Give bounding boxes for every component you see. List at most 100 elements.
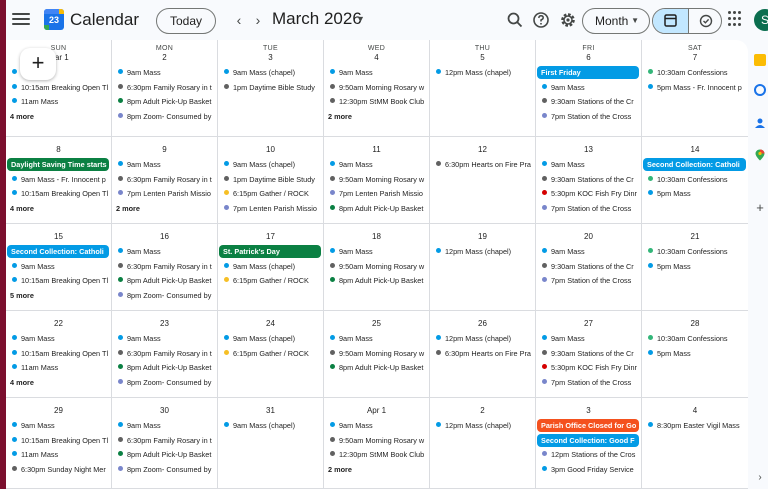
event-item[interactable]: 6:15pm Gather / ROCK xyxy=(218,347,323,362)
day-number[interactable]: 31 xyxy=(218,399,323,419)
event-item[interactable]: 8pm Adult Pick-Up Basket xyxy=(112,95,217,110)
more-events-link[interactable]: 4 more xyxy=(6,376,111,390)
event-item[interactable]: 10:15am Breaking Open Tl xyxy=(6,81,111,96)
event-item[interactable]: 8:30pm Easter Vigil Mass xyxy=(642,419,748,434)
day-cell[interactable]: 28 10:30am Confessions 5pm Mass xyxy=(642,311,748,398)
event-item[interactable]: 8pm Adult Pick-Up Basket xyxy=(112,361,217,376)
avatar[interactable]: S xyxy=(754,9,768,31)
day-number[interactable]: 15 xyxy=(6,225,111,245)
day-cell[interactable]: 25 9am Mass 9:50am Morning Rosary w 8pm Adu… xyxy=(324,311,430,398)
event-item[interactable]: 7pm Lenten Parish Missio xyxy=(324,187,429,202)
day-cell[interactable]: FRI 6 First Friday 9am Mass 9:30am Stations … xyxy=(536,40,642,137)
day-cell[interactable]: 11 9am Mass 9:50am Morning Rosary w 7pm Len… xyxy=(324,137,430,224)
event-item[interactable]: 6:30pm Family Rosary in t xyxy=(112,173,217,188)
add-icon[interactable]: + xyxy=(754,201,766,214)
all-day-event-chip[interactable]: St. Patrick's Day xyxy=(219,245,321,258)
event-item[interactable]: 9am Mass xyxy=(112,245,217,260)
all-day-event-chip[interactable]: Second Collection: Catholi xyxy=(7,245,109,258)
event-item[interactable]: 9:50am Morning Rosary w xyxy=(324,347,429,362)
day-cell[interactable]: 20 9am Mass 9:30am Stations of the Cr 7pm S… xyxy=(536,224,642,311)
day-number[interactable]: 17 xyxy=(218,225,323,245)
day-number[interactable]: 2 xyxy=(112,52,217,66)
day-number[interactable]: 19 xyxy=(430,225,535,245)
day-cell[interactable]: 10 9am Mass (chapel) 1pm Daytime Bible Stu… xyxy=(218,137,324,224)
day-cell[interactable]: THU 5 12pm Mass (chapel) xyxy=(430,40,536,137)
event-item[interactable]: 9am Mass xyxy=(536,245,641,260)
day-number[interactable]: 9 xyxy=(112,138,217,158)
event-item[interactable]: 9:30am Stations of the Cr xyxy=(536,347,641,362)
event-item[interactable]: 12:30pm StMM Book Club xyxy=(324,448,429,463)
more-events-link[interactable]: 4 more xyxy=(6,202,111,216)
day-cell[interactable]: 4 8:30pm Easter Vigil Mass xyxy=(642,398,748,489)
day-number[interactable]: 7 xyxy=(642,52,748,66)
today-button[interactable]: Today xyxy=(156,8,216,34)
day-cell[interactable]: MON 2 9am Mass 6:30pm Family Rosary in t 8pm… xyxy=(112,40,218,137)
event-item[interactable]: 8pm Zoom- Consumed by xyxy=(112,289,217,304)
event-item[interactable]: 9am Mass xyxy=(112,332,217,347)
event-item[interactable]: 9:30am Stations of the Cr xyxy=(536,95,641,110)
day-number[interactable]: 22 xyxy=(6,312,111,332)
all-day-event-chip[interactable]: Second Collection: Catholi xyxy=(643,158,746,171)
event-item[interactable]: 9am Mass (chapel) xyxy=(218,332,323,347)
event-item[interactable]: 10:15am Breaking Open Tl xyxy=(6,434,111,449)
event-item[interactable]: 10:15am Breaking Open Tl xyxy=(6,347,111,362)
day-cell[interactable]: 8 Daylight Saving Time starts 9am Mass - F… xyxy=(6,137,112,224)
event-item[interactable]: 5pm Mass - Fr. Innocent p xyxy=(642,81,748,96)
day-cell[interactable]: 26 12pm Mass (chapel) 6:30pm Hearts on Fir… xyxy=(430,311,536,398)
apps-icon[interactable] xyxy=(728,11,744,27)
day-number[interactable]: 25 xyxy=(324,312,429,332)
event-item[interactable]: 3pm Good Friday Service xyxy=(536,463,641,478)
event-item[interactable]: 8pm Adult Pick-Up Basket xyxy=(324,202,429,217)
day-cell[interactable]: Apr 1 9am Mass 9:50am Morning Rosary w 12:3… xyxy=(324,398,430,489)
maps-icon[interactable] xyxy=(754,148,766,161)
event-item[interactable]: 9:50am Morning Rosary w xyxy=(324,81,429,96)
event-item[interactable]: 9am Mass xyxy=(324,419,429,434)
event-item[interactable]: 10:15am Breaking Open Tl xyxy=(6,187,111,202)
event-item[interactable]: 9am Mass xyxy=(6,419,111,434)
day-number[interactable]: 4 xyxy=(642,399,748,419)
day-cell[interactable]: 2 12pm Mass (chapel) xyxy=(430,398,536,489)
event-item[interactable]: 9am Mass xyxy=(112,66,217,81)
day-number[interactable]: 24 xyxy=(218,312,323,332)
event-item[interactable]: 9am Mass xyxy=(324,158,429,173)
event-item[interactable]: 7pm Station of the Cross xyxy=(536,110,641,125)
view-select[interactable]: Month ▼ xyxy=(582,8,650,34)
day-number[interactable]: 10 xyxy=(218,138,323,158)
event-item[interactable]: 5pm Mass xyxy=(642,347,748,362)
event-item[interactable]: 9:50am Morning Rosary w xyxy=(324,260,429,275)
day-number[interactable]: 4 xyxy=(324,52,429,66)
day-cell[interactable]: 14 Second Collection: Catholi 10:30am Conf… xyxy=(642,137,748,224)
event-item[interactable]: 9am Mass xyxy=(112,419,217,434)
event-item[interactable]: 9am Mass xyxy=(324,66,429,81)
event-item[interactable]: 9:50am Morning Rosary w xyxy=(324,434,429,449)
event-item[interactable]: 10:30am Confessions xyxy=(642,332,748,347)
event-item[interactable]: 9am Mass xyxy=(6,260,111,275)
day-number[interactable]: 29 xyxy=(6,399,111,419)
day-cell[interactable]: 30 9am Mass 6:30pm Family Rosary in t 8pm A… xyxy=(112,398,218,489)
day-cell[interactable]: 22 9am Mass 10:15am Breaking Open Tl 11am M… xyxy=(6,311,112,398)
event-item[interactable]: 8pm Zoom- Consumed by xyxy=(112,376,217,391)
day-cell[interactable]: 3 Parish Office Closed for Go Second Colle… xyxy=(536,398,642,489)
day-cell[interactable]: 31 9am Mass (chapel) xyxy=(218,398,324,489)
event-item[interactable]: 9am Mass (chapel) xyxy=(218,260,323,275)
prev-month-button[interactable]: ‹ xyxy=(231,10,247,30)
day-number[interactable]: 2 xyxy=(430,399,535,419)
day-number[interactable]: 30 xyxy=(112,399,217,419)
day-cell[interactable]: 13 9am Mass 9:30am Stations of the Cr 5:30p… xyxy=(536,137,642,224)
event-item[interactable]: 5:30pm KOC Fish Fry Dinr xyxy=(536,361,641,376)
tasks-icon[interactable] xyxy=(754,84,766,96)
all-day-event-chip[interactable]: Second Collection: Good F xyxy=(537,433,639,447)
day-cell[interactable]: TUE 3 9am Mass (chapel) 1pm Daytime Bible S… xyxy=(218,40,324,137)
event-item[interactable]: 9am Mass xyxy=(536,332,641,347)
event-item[interactable]: 12pm Mass (chapel) xyxy=(430,66,535,81)
day-number[interactable]: 23 xyxy=(112,312,217,332)
event-item[interactable]: 8pm Adult Pick-Up Basket xyxy=(324,361,429,376)
event-item[interactable]: 7pm Lenten Parish Missio xyxy=(112,187,217,202)
event-item[interactable]: 7pm Station of the Cross xyxy=(536,376,641,391)
day-cell[interactable]: 27 9am Mass 9:30am Stations of the Cr 5:30p… xyxy=(536,311,642,398)
event-item[interactable]: 12:30pm StMM Book Club xyxy=(324,95,429,110)
day-number[interactable]: 6 xyxy=(536,52,641,66)
event-item[interactable]: 6:30pm Family Rosary in t xyxy=(112,347,217,362)
day-cell[interactable]: 9 9am Mass 6:30pm Family Rosary in t 7pm Le… xyxy=(112,137,218,224)
create-button[interactable]: + xyxy=(20,48,56,80)
